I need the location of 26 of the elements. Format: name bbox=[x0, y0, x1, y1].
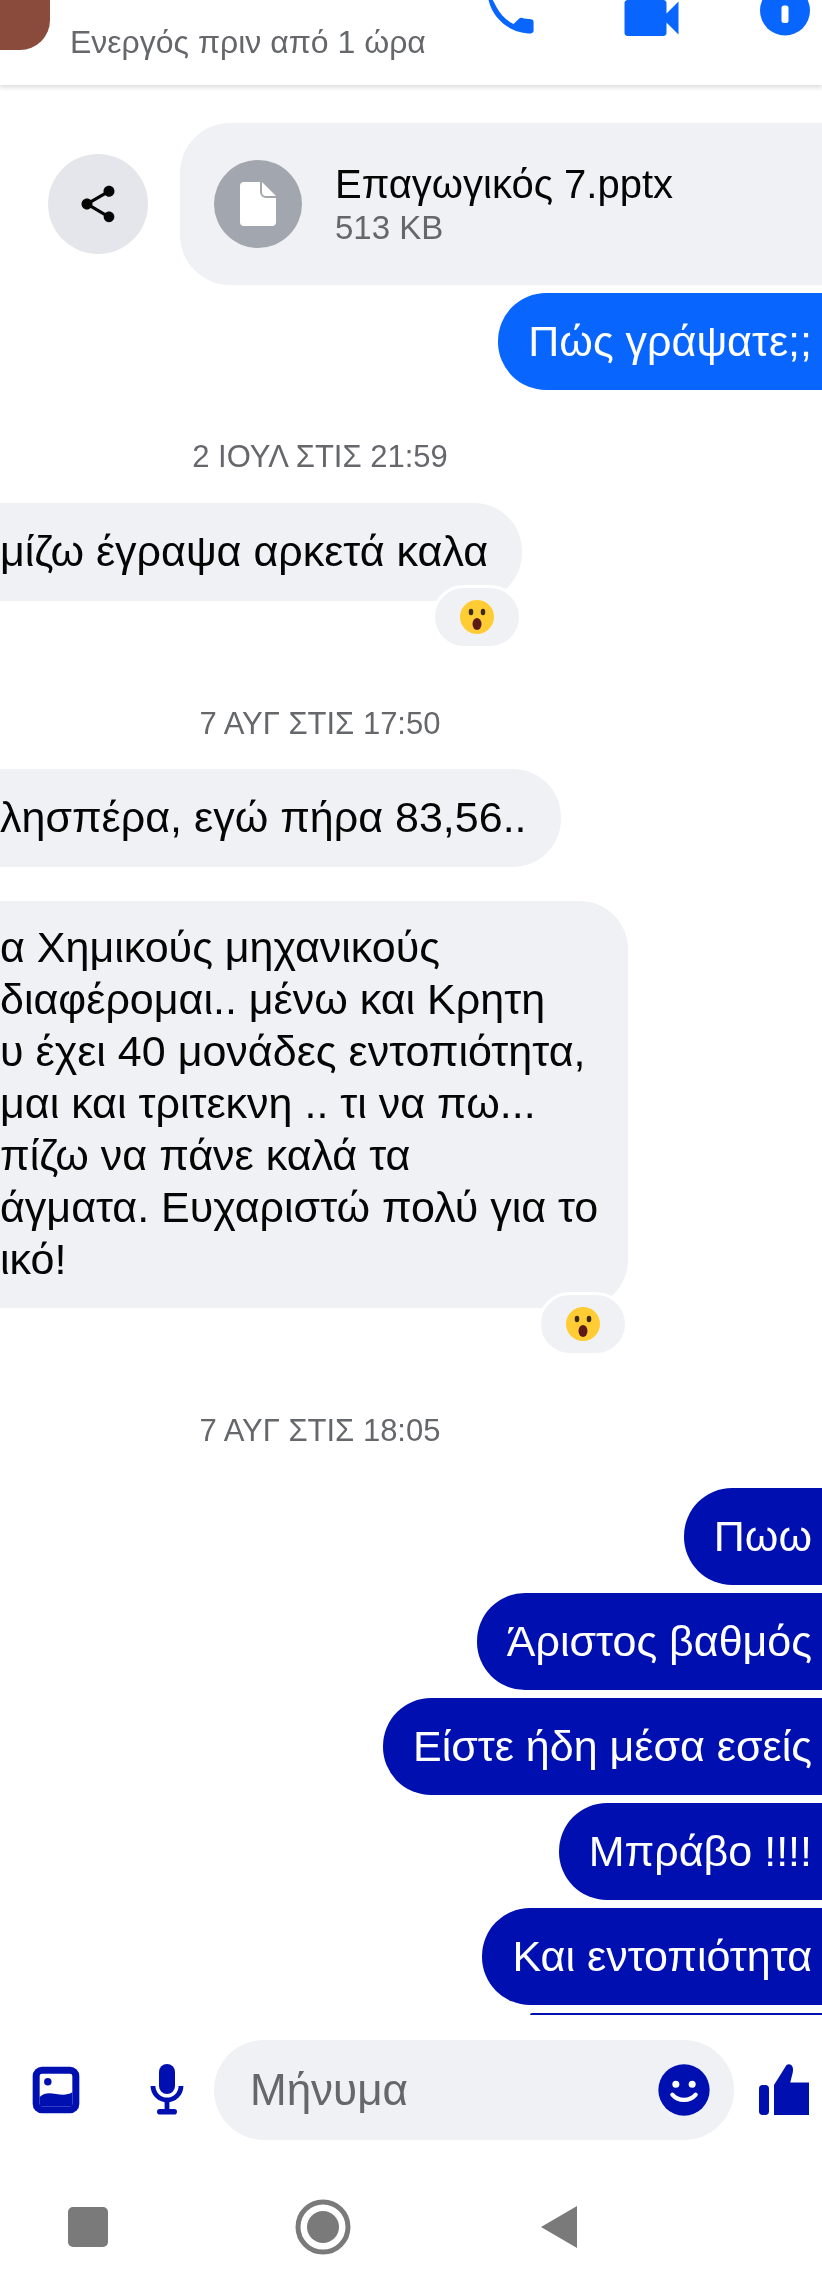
square-icon[interactable] bbox=[68, 2206, 108, 2247]
received-message: μίζω έγραψα αρκετά καλα bbox=[0, 502, 523, 601]
back-triangle-icon[interactable] bbox=[539, 2203, 577, 2250]
received-message: λησπέρα, εγώ πήρα 83,56.. bbox=[0, 769, 561, 867]
message-input[interactable]: Μήνυμα bbox=[248, 2056, 656, 2124]
file-attachment[interactable]: Επαγωγικός 7.pptx 513 KB bbox=[180, 123, 822, 285]
file-size: 513 KB bbox=[335, 208, 445, 248]
message-field[interactable]: Μήνυμα bbox=[214, 2040, 734, 2140]
sent-message: Άριστος βαθμός bbox=[476, 1592, 822, 1690]
file-name: Επαγωγικός 7.pptx bbox=[335, 161, 674, 209]
home-circle-icon[interactable] bbox=[295, 2198, 351, 2255]
timestamp: 7 ΑΥΓ ΣΤΙΣ 17:50 bbox=[198, 704, 442, 743]
surprised-emoji-icon bbox=[565, 1306, 602, 1342]
sent-message: Πώς γράψατε;; bbox=[498, 293, 822, 390]
timestamp: 2 ΙΟΥΛ ΣΤΙΣ 21:59 bbox=[191, 438, 449, 476]
avatar bbox=[0, 0, 50, 50]
sent-message: Είστε ήδη μέσα εσείς bbox=[382, 1697, 822, 1795]
sent-message: Μπράβο !!!! bbox=[558, 1802, 822, 1900]
info-icon[interactable] bbox=[760, 0, 810, 36]
sent-message: Πωω bbox=[683, 1487, 822, 1585]
timestamp: 7 ΑΥΓ ΣΤΙΣ 18:05 bbox=[198, 1412, 442, 1450]
emoji-icon[interactable] bbox=[656, 2062, 712, 2118]
received-message: α Χημικούς μηχανικούς διαφέρομαι.. μένω και Κρητη υ έχει 40 μονάδες εντοπιότητα, μαι και τριτεκνη .. τι να πω... πίζω να πάνε καλά τα άγματα. Ευχαριστώ πολύ για το ικό! bbox=[0, 901, 629, 1308]
sent-message: Και εντοπιότητα bbox=[482, 1907, 822, 2005]
surprised-emoji-icon bbox=[459, 598, 496, 635]
status-text: Ενεργός πριν από 1 ώρα bbox=[70, 23, 426, 62]
